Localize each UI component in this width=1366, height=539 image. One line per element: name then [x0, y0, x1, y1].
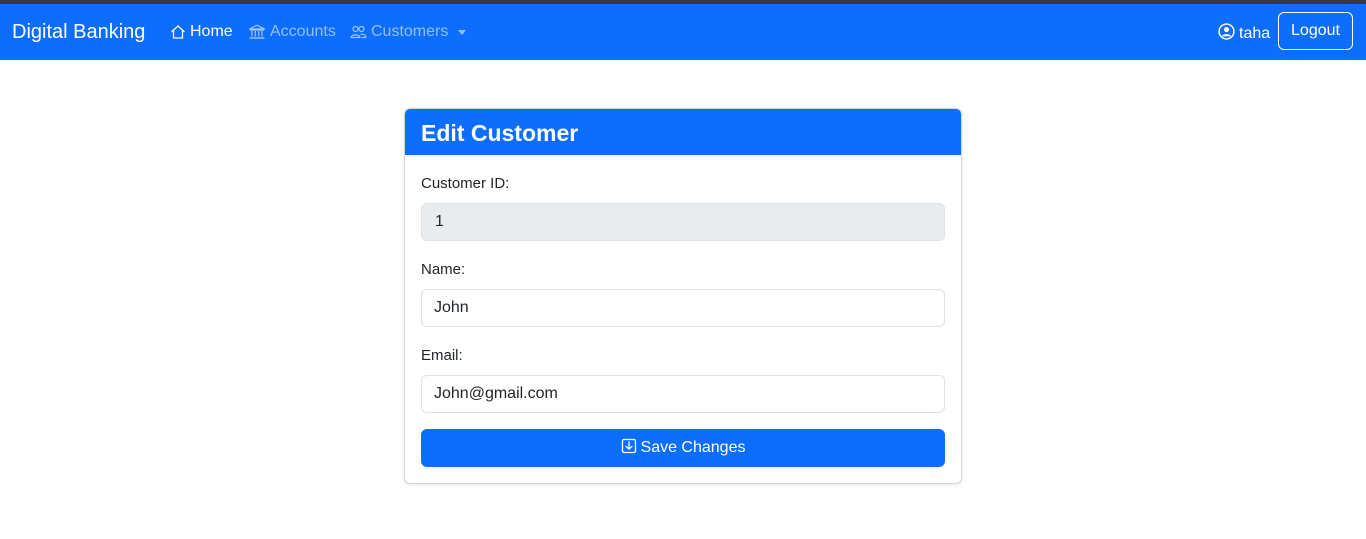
customer-id-field[interactable]	[421, 203, 945, 241]
nav-link-label: Customers	[371, 23, 449, 40]
card-title: Edit Customer	[405, 109, 961, 155]
people-icon	[350, 24, 367, 40]
name-field[interactable]	[421, 289, 945, 327]
house-icon	[170, 24, 186, 40]
nav-link-accounts[interactable]: Accounts	[248, 23, 336, 41]
nav-link-label: Home	[190, 23, 233, 40]
bank-icon	[248, 24, 266, 40]
chevron-down-icon	[458, 29, 467, 35]
save-changes-button[interactable]: Save Changes	[421, 429, 945, 467]
navbar-brand[interactable]: Digital Banking	[12, 21, 145, 44]
user-display: taha	[1218, 23, 1270, 45]
edit-customer-card: Edit Customer Customer ID: Name: Email: …	[404, 108, 962, 484]
download-box-icon	[621, 438, 637, 459]
logout-button[interactable]: Logout	[1278, 12, 1353, 50]
nav-link-customers[interactable]: Customers	[350, 23, 467, 41]
email-field[interactable]	[421, 375, 945, 413]
name-label: Name:	[421, 261, 466, 278]
navbar: Digital Banking Home Accounts Customers …	[0, 4, 1366, 60]
email-label: Email:	[421, 347, 463, 364]
customer-id-label: Customer ID:	[421, 175, 510, 192]
save-changes-label: Save Changes	[640, 439, 746, 456]
username: taha	[1239, 25, 1271, 42]
person-circle-icon	[1218, 23, 1235, 45]
nav-link-home[interactable]: Home	[170, 23, 233, 41]
nav-link-label: Accounts	[270, 23, 336, 40]
